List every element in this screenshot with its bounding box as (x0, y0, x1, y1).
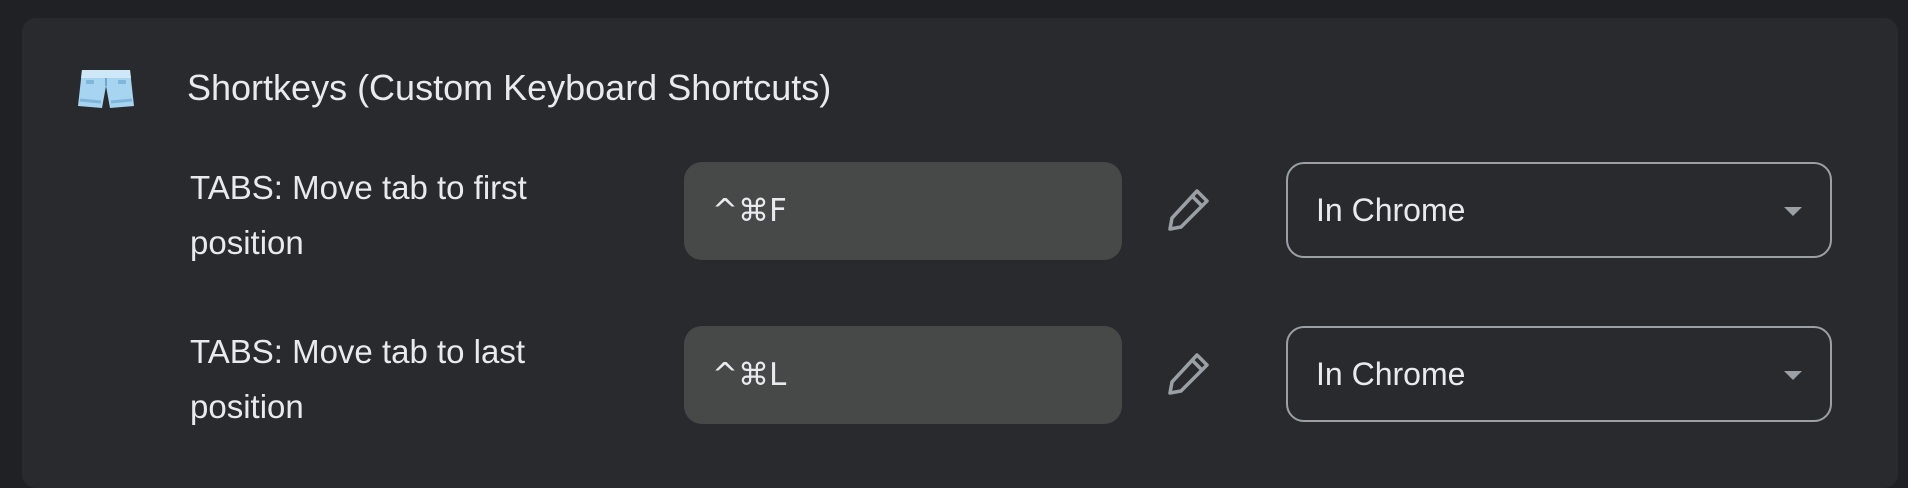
edit-shortcut-button[interactable] (1162, 348, 1216, 402)
shortcut-row: TABS: Move tab to first position ^⌘F In … (22, 160, 1898, 272)
shortcut-key-input[interactable]: ^⌘L (684, 326, 1122, 424)
shortcut-row: TABS: Move tab to last position ^⌘L In C… (22, 324, 1898, 436)
extension-shortcuts-card: Shortkeys (Custom Keyboard Shortcuts) TA… (22, 18, 1898, 488)
extension-title: Shortkeys (Custom Keyboard Shortcuts) (187, 67, 832, 108)
shortcut-key-input[interactable]: ^⌘F (684, 162, 1122, 260)
edit-shortcut-button[interactable] (1162, 184, 1216, 238)
scope-select-value: In Chrome (1316, 191, 1466, 228)
shortcut-scope-select[interactable]: In Chrome (1286, 162, 1832, 258)
scope-select-value: In Chrome (1316, 355, 1466, 392)
shortcut-scope-select[interactable]: In Chrome (1286, 326, 1832, 422)
dropdown-caret-icon (1784, 207, 1802, 216)
pencil-icon (1166, 186, 1212, 237)
command-label: TABS: Move tab to first position (190, 169, 527, 261)
shorts-icon (76, 66, 136, 114)
extension-header: Shortkeys (Custom Keyboard Shortcuts) (22, 18, 1898, 136)
dropdown-caret-icon (1784, 371, 1802, 380)
command-label: TABS: Move tab to last position (190, 333, 526, 425)
pencil-icon (1166, 350, 1212, 401)
